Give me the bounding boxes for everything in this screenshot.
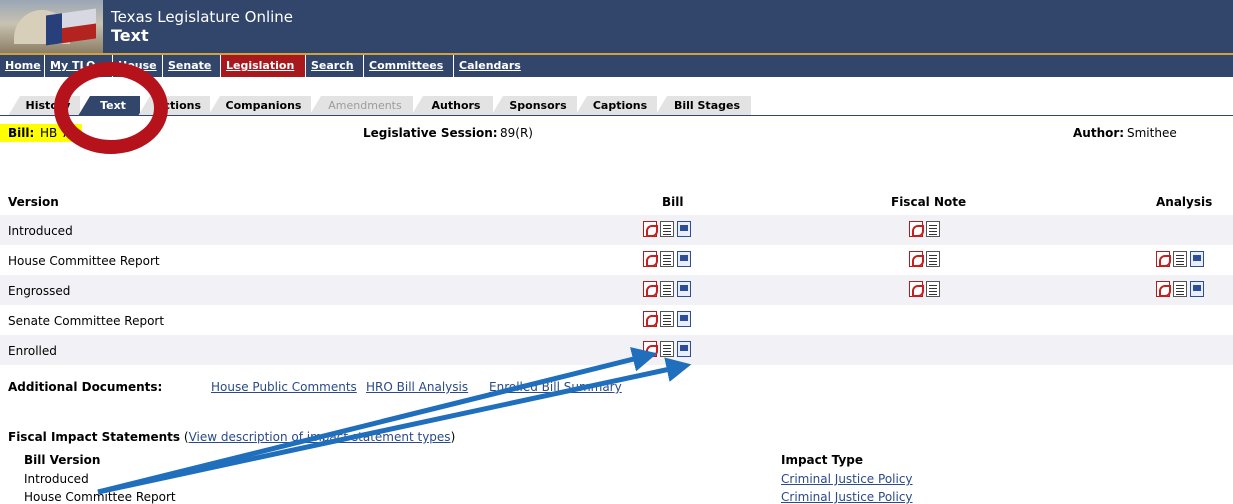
word-file-icon[interactable] [677, 221, 691, 237]
tab-companions[interactable]: Companions [208, 96, 311, 116]
table-row: Senate Committee Report [0, 305, 1233, 335]
text-file-icon[interactable] [660, 341, 674, 357]
bill-number: HB 7 [40, 126, 69, 140]
version-house-committee-report: House Committee Report [8, 254, 160, 268]
fiscal-impact-title: Fiscal Impact Statements [8, 430, 181, 444]
author-label: Author: [1073, 126, 1125, 140]
version-senate-committee-report: Senate Committee Report [8, 314, 165, 328]
pdf-file-icon[interactable] [643, 281, 658, 297]
nav-legislation[interactable]: Legislation [221, 55, 306, 77]
fiscal-impact-heading: Fiscal Impact Statements (View descripti… [8, 430, 455, 444]
page-title: Text [111, 26, 149, 45]
tab-captions[interactable]: Captions [575, 96, 657, 116]
main-nav: Home My TLO House Senate Legislation Sea… [0, 55, 1233, 77]
header-version: Version [8, 195, 59, 209]
word-file-icon[interactable] [677, 251, 691, 267]
site-name: Texas Legislature Online [111, 8, 294, 26]
enrolled-bill-summary-link[interactable]: Enrolled Bill Summary [489, 380, 622, 394]
impact-type-link[interactable]: Criminal Justice Policy [781, 472, 913, 486]
tab-bill-stages[interactable]: Bill Stages [655, 96, 751, 116]
tab-actions[interactable]: Actions [138, 96, 210, 116]
col-bill-version: Bill Version [24, 453, 101, 467]
pdf-file-icon[interactable] [909, 281, 924, 297]
house-public-comments-link[interactable]: House Public Comments [211, 380, 357, 394]
word-file-icon[interactable] [677, 341, 691, 357]
site-header: Texas Legislature Online Text [0, 0, 1233, 53]
paren-close: ) [450, 430, 456, 444]
text-file-icon[interactable] [926, 281, 940, 297]
text-file-icon[interactable] [1173, 281, 1187, 297]
nav-calendars[interactable]: Calendars [454, 55, 532, 77]
tab-history[interactable]: History [8, 96, 80, 116]
table-row: Introduced [0, 215, 1233, 245]
nav-my-tlo[interactable]: My TLO [45, 55, 113, 77]
text-file-icon[interactable] [1173, 251, 1187, 267]
author-value[interactable]: Smithee [1127, 126, 1177, 140]
tab-authors[interactable]: Authors [411, 96, 493, 116]
version-introduced: Introduced [8, 224, 73, 238]
text-file-icon[interactable] [660, 311, 674, 327]
text-file-icon[interactable] [926, 251, 940, 267]
table-row: Enrolled [0, 335, 1233, 365]
pdf-file-icon[interactable] [1156, 281, 1171, 297]
tab-sponsors[interactable]: Sponsors [491, 96, 577, 116]
header-fiscal-note: Fiscal Note [891, 195, 967, 209]
tab-text[interactable]: Text [78, 96, 140, 116]
table-row: House Committee Report [0, 245, 1233, 275]
text-file-icon[interactable] [926, 221, 940, 237]
session-label: Legislative Session: [363, 126, 498, 140]
nav-house[interactable]: House [113, 55, 163, 77]
header-bill: Bill [662, 195, 684, 209]
capitol-logo [0, 0, 103, 53]
pdf-file-icon[interactable] [643, 341, 658, 357]
header-analysis: Analysis [1156, 195, 1213, 209]
col-impact-type: Impact Type [781, 453, 863, 467]
word-file-icon[interactable] [677, 311, 691, 327]
text-file-icon[interactable] [660, 281, 674, 297]
pdf-file-icon[interactable] [643, 251, 658, 267]
hro-bill-analysis-link[interactable]: HRO Bill Analysis [366, 380, 468, 394]
version-engrossed: Engrossed [8, 284, 71, 298]
text-file-icon[interactable] [660, 251, 674, 267]
bill-label: Bill: [8, 126, 35, 140]
impact-version: Introduced [24, 472, 89, 486]
bill-tabs: History Text Actions Companions Amendmen… [0, 96, 1233, 116]
impact-types-link[interactable]: View description of impact statement typ… [189, 430, 451, 444]
session-value: 89(R) [500, 126, 533, 140]
additional-documents-label: Additional Documents: [8, 380, 163, 394]
pdf-file-icon[interactable] [643, 311, 658, 327]
impact-type-link[interactable]: Criminal Justice Policy [781, 490, 913, 504]
tab-divider [0, 115, 1233, 116]
word-file-icon[interactable] [1190, 251, 1204, 267]
tab-amendments: Amendments [309, 96, 413, 116]
word-file-icon[interactable] [677, 281, 691, 297]
impact-version: House Committee Report [24, 490, 176, 504]
nav-senate[interactable]: Senate [163, 55, 221, 77]
pdf-file-icon[interactable] [909, 221, 924, 237]
arrow-annotation [97, 347, 658, 495]
nav-committees[interactable]: Committees [364, 55, 454, 77]
nav-search[interactable]: Search [306, 55, 364, 77]
text-file-icon[interactable] [660, 221, 674, 237]
word-file-icon[interactable] [1190, 281, 1204, 297]
nav-home[interactable]: Home [0, 55, 45, 77]
table-row: Engrossed [0, 275, 1233, 305]
pdf-file-icon[interactable] [1156, 251, 1171, 267]
pdf-file-icon[interactable] [909, 251, 924, 267]
pdf-file-icon[interactable] [643, 221, 658, 237]
version-enrolled: Enrolled [8, 344, 57, 358]
